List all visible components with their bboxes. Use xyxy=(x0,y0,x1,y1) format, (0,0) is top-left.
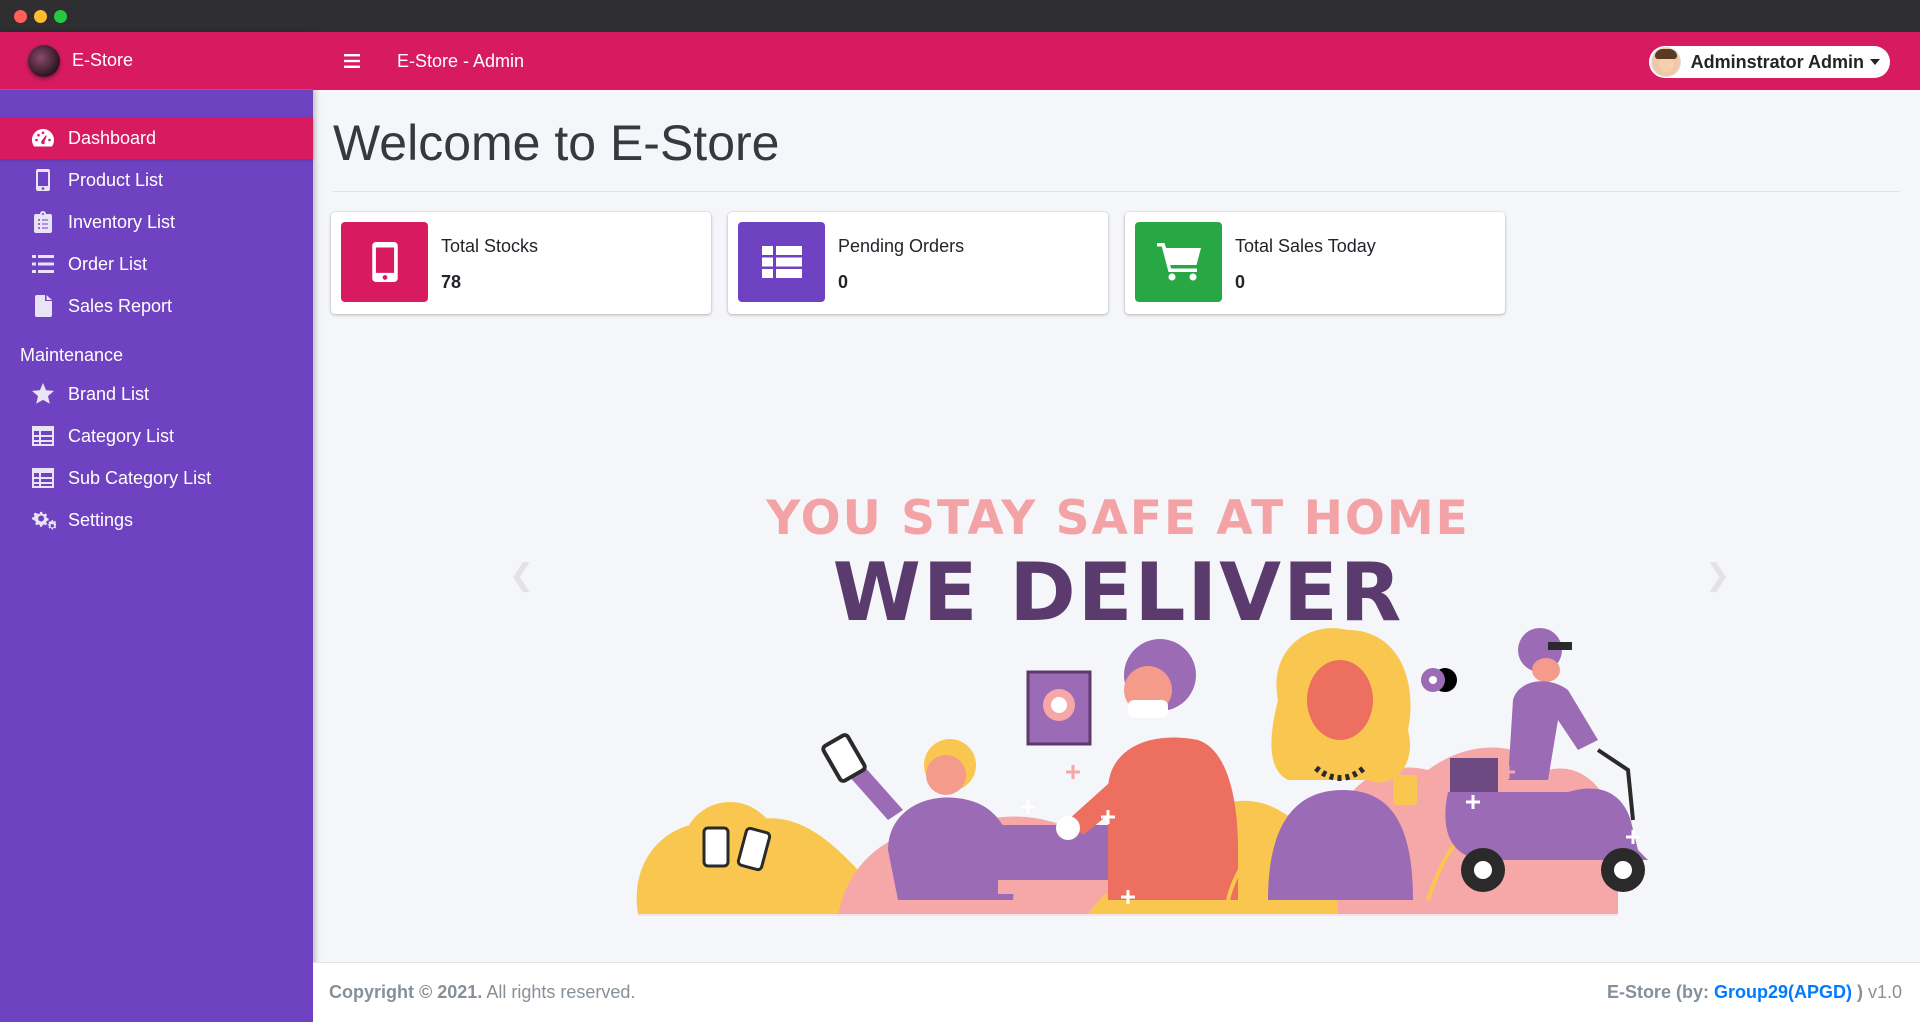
mobile-icon xyxy=(341,222,428,302)
minimize-window-button[interactable] xyxy=(34,10,47,23)
sidebar-item-label: Settings xyxy=(68,509,134,530)
sidebar-nav: Dashboard Product List Inventory List Or… xyxy=(0,90,313,541)
sidebar-item-label: Order List xyxy=(68,253,148,274)
banner-line1: YOU STAY SAFE AT HOME xyxy=(765,491,1470,546)
info-box-value: 78 xyxy=(441,272,462,292)
star-icon xyxy=(30,382,56,406)
group-link[interactable]: Group29(APGD) xyxy=(1714,982,1852,1002)
copyright-bold: Copyright © 2021. xyxy=(329,982,483,1002)
th-list-icon xyxy=(738,222,825,302)
app-title: E-Store - Admin xyxy=(397,50,525,71)
sidebar-section-header: Maintenance xyxy=(20,344,124,365)
sidebar-item-product-list[interactable]: Product List xyxy=(0,159,313,201)
info-box-total-stocks: Total Stocks 78 xyxy=(331,212,711,314)
credits-prefix: E-Store (by: xyxy=(1606,982,1714,1002)
file-icon xyxy=(30,294,56,318)
sidebar-item-sub-category-list[interactable]: Sub Category List xyxy=(0,457,313,499)
sidebar-item-order-list[interactable]: Order List xyxy=(0,243,313,285)
sidebar-item-label: Sales Report xyxy=(68,295,173,316)
sidebar: E-Store Dashboard Product List Inventory… xyxy=(0,32,313,1022)
mobile-icon xyxy=(30,168,56,192)
sidebar-item-label: Category List xyxy=(68,425,175,446)
chevron-down-icon xyxy=(1870,59,1880,65)
brand-logo xyxy=(28,44,60,77)
copyright-rest: All rights reserved. xyxy=(482,982,636,1002)
menu-toggle-icon[interactable] xyxy=(335,54,369,68)
user-name: Adminstrator Admin xyxy=(1690,51,1864,72)
footer: Copyright © 2021. All rights reserved. E… xyxy=(313,962,1920,1022)
sidebar-item-label: Dashboard xyxy=(68,127,157,148)
page-title: Welcome to E-Store xyxy=(333,115,780,171)
brand-name: E-Store xyxy=(72,50,134,70)
sidebar-item-brand-list[interactable]: Brand List xyxy=(0,373,313,415)
tachometer-icon xyxy=(30,126,56,150)
cogs-icon xyxy=(30,508,56,532)
maximize-window-button[interactable] xyxy=(54,10,67,23)
shopping-cart-icon xyxy=(1135,222,1222,302)
list-icon xyxy=(30,252,56,276)
carousel-prev-icon[interactable]: ❮ xyxy=(509,558,534,593)
divider xyxy=(333,191,1900,192)
info-box-label: Total Stocks xyxy=(441,236,539,256)
sidebar-item-dashboard[interactable]: Dashboard xyxy=(0,117,313,159)
credits-text: E-Store (by: Group29(APGD) ) v1.0 xyxy=(1607,982,1902,1003)
sidebar-item-sales-report[interactable]: Sales Report xyxy=(0,285,313,327)
carousel-next-icon[interactable]: ❯ xyxy=(1705,558,1730,593)
info-box-value: 0 xyxy=(838,272,849,292)
window-titlebar xyxy=(0,0,1920,32)
table-icon xyxy=(30,424,56,448)
main-content: Welcome to E-Store Total Stocks 78 Pendi… xyxy=(313,90,1920,962)
top-navbar: E-Store - Admin Adminstrator Admin xyxy=(313,32,1920,90)
sidebar-item-inventory-list[interactable]: Inventory List xyxy=(0,201,313,243)
info-box-label: Total Sales Today xyxy=(1235,236,1376,256)
info-box-value: 0 xyxy=(1235,272,1246,292)
sidebar-item-label: Sub Category List xyxy=(68,467,212,488)
banner-line2: WE DELIVER xyxy=(833,546,1404,639)
sidebar-item-category-list[interactable]: Category List xyxy=(0,415,313,457)
delivery-banner-image: YOU STAY SAFE AT HOME WE DELIVER xyxy=(508,380,1748,920)
clipboard-list-icon xyxy=(30,210,56,234)
brand-link[interactable]: E-Store xyxy=(0,32,313,90)
copyright-text: Copyright © 2021. All rights reserved. xyxy=(329,982,635,1003)
info-box-pending-orders: Pending Orders 0 xyxy=(728,212,1108,314)
sidebar-item-label: Brand List xyxy=(68,383,150,404)
close-window-button[interactable] xyxy=(14,10,27,23)
table-icon xyxy=(30,466,56,490)
user-menu-dropdown[interactable]: Adminstrator Admin xyxy=(1648,46,1890,78)
info-box-total-sales-today: Total Sales Today 0 xyxy=(1125,212,1505,314)
avatar xyxy=(1650,47,1681,77)
sidebar-item-label: Inventory List xyxy=(68,211,176,232)
sidebar-item-settings[interactable]: Settings xyxy=(0,499,313,541)
sidebar-item-label: Product List xyxy=(68,169,164,190)
credits-suffix: ) xyxy=(1851,982,1863,1002)
info-box-label: Pending Orders xyxy=(838,236,965,256)
version-text: v1.0 xyxy=(1862,982,1902,1002)
